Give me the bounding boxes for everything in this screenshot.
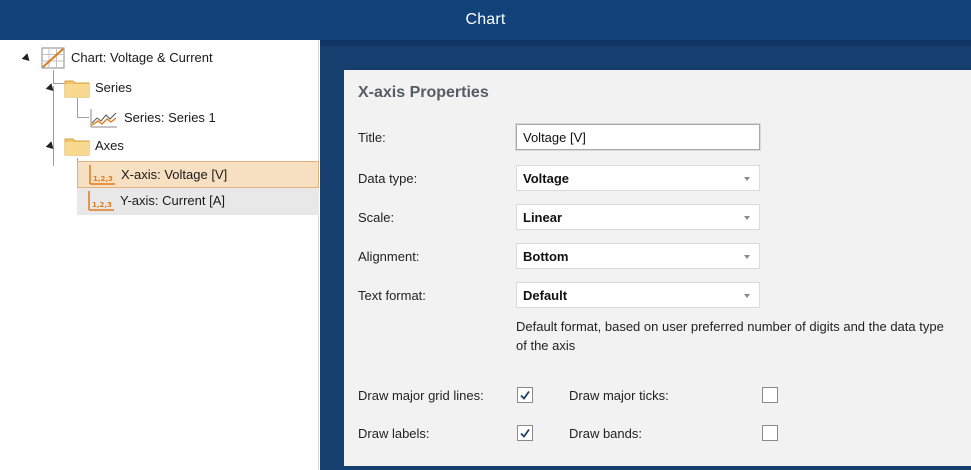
data-type-label: Data type: <box>358 171 418 186</box>
chart-icon <box>41 47 65 69</box>
chevron-down-icon <box>744 294 750 298</box>
window-title-bar: Chart <box>0 0 971 40</box>
tree-item-axes[interactable]: Axes <box>0 134 319 158</box>
text-format-help: Default format, based on user preferred … <box>516 319 944 353</box>
draw-bands-label: Draw bands: <box>569 426 642 441</box>
axis-123-icon: 1,2,3 <box>89 165 115 185</box>
collapse-arrow-icon[interactable] <box>45 83 57 94</box>
text-format-select[interactable]: Default <box>516 282 760 308</box>
checkmark-icon <box>520 428 530 438</box>
tree-item-chart[interactable]: Chart: Voltage & Current <box>0 46 319 70</box>
svg-text:1,2,3: 1,2,3 <box>92 201 112 209</box>
tree-item-y-axis[interactable]: 1,2,3 Y-axis: Current [A] <box>77 188 319 215</box>
tree-item-label: Series <box>95 80 132 95</box>
checkmark-icon <box>520 390 530 400</box>
draw-major-ticks-checkbox[interactable] <box>762 387 778 403</box>
collapse-arrow-icon[interactable] <box>45 141 57 152</box>
data-type-select[interactable]: Voltage <box>516 165 760 191</box>
tree-item-series[interactable]: Series <box>0 76 319 100</box>
draw-major-grid-lines-checkbox[interactable] <box>517 387 533 403</box>
scale-label: Scale: <box>358 210 395 225</box>
tree-item-label: Axes <box>95 138 124 153</box>
tree-item-series-1[interactable]: Series: Series 1 <box>0 106 319 130</box>
folder-icon <box>64 80 90 98</box>
alignment-value: Bottom <box>523 248 569 264</box>
draw-major-ticks-label: Draw major ticks: <box>569 388 669 403</box>
tree-panel[interactable]: Chart: Voltage & Current Series Series: … <box>0 40 319 470</box>
title-input[interactable]: Voltage [V] <box>515 123 761 151</box>
alignment-label: Alignment: <box>358 249 420 264</box>
tree-item-label: X-axis: Voltage [V] <box>121 167 228 182</box>
draw-major-grid-lines-label: Draw major grid lines: <box>358 388 484 403</box>
text-format-value: Default <box>523 287 568 303</box>
alignment-select[interactable]: Bottom <box>516 243 760 269</box>
draw-labels-checkbox[interactable] <box>517 425 533 441</box>
chevron-down-icon <box>744 216 750 220</box>
line-graph-icon <box>90 109 117 128</box>
tree-item-label: Chart: Voltage & Current <box>71 50 213 65</box>
draw-bands-checkbox[interactable] <box>762 425 778 441</box>
tree-item-label: Y-axis: Current [A] <box>120 193 226 208</box>
scale-select[interactable]: Linear <box>516 204 760 230</box>
tree-item-label: Series: Series 1 <box>124 110 216 125</box>
collapse-arrow-icon[interactable] <box>21 53 33 64</box>
text-format-label: Text format: <box>358 288 426 303</box>
properties-heading: X-axis Properties <box>358 84 489 101</box>
chevron-down-icon <box>744 255 750 259</box>
chevron-down-icon <box>744 177 750 181</box>
tree-item-x-axis[interactable]: 1,2,3 X-axis: Voltage [V] <box>77 161 319 188</box>
x-axis-properties-panel: X-axis Properties Title: Voltage [V] Dat… <box>344 70 971 466</box>
title-input-value: Voltage [V] <box>523 129 586 145</box>
draw-labels-label: Draw labels: <box>358 426 430 441</box>
scale-value: Linear <box>523 209 563 225</box>
title-label: Title: <box>358 130 386 145</box>
axis-123-icon: 1,2,3 <box>88 191 114 211</box>
svg-text:1,2,3: 1,2,3 <box>93 175 113 183</box>
folder-icon <box>64 138 90 156</box>
window-title: Chart <box>465 11 506 28</box>
data-type-value: Voltage <box>523 170 569 186</box>
content-header-strip <box>320 40 971 46</box>
